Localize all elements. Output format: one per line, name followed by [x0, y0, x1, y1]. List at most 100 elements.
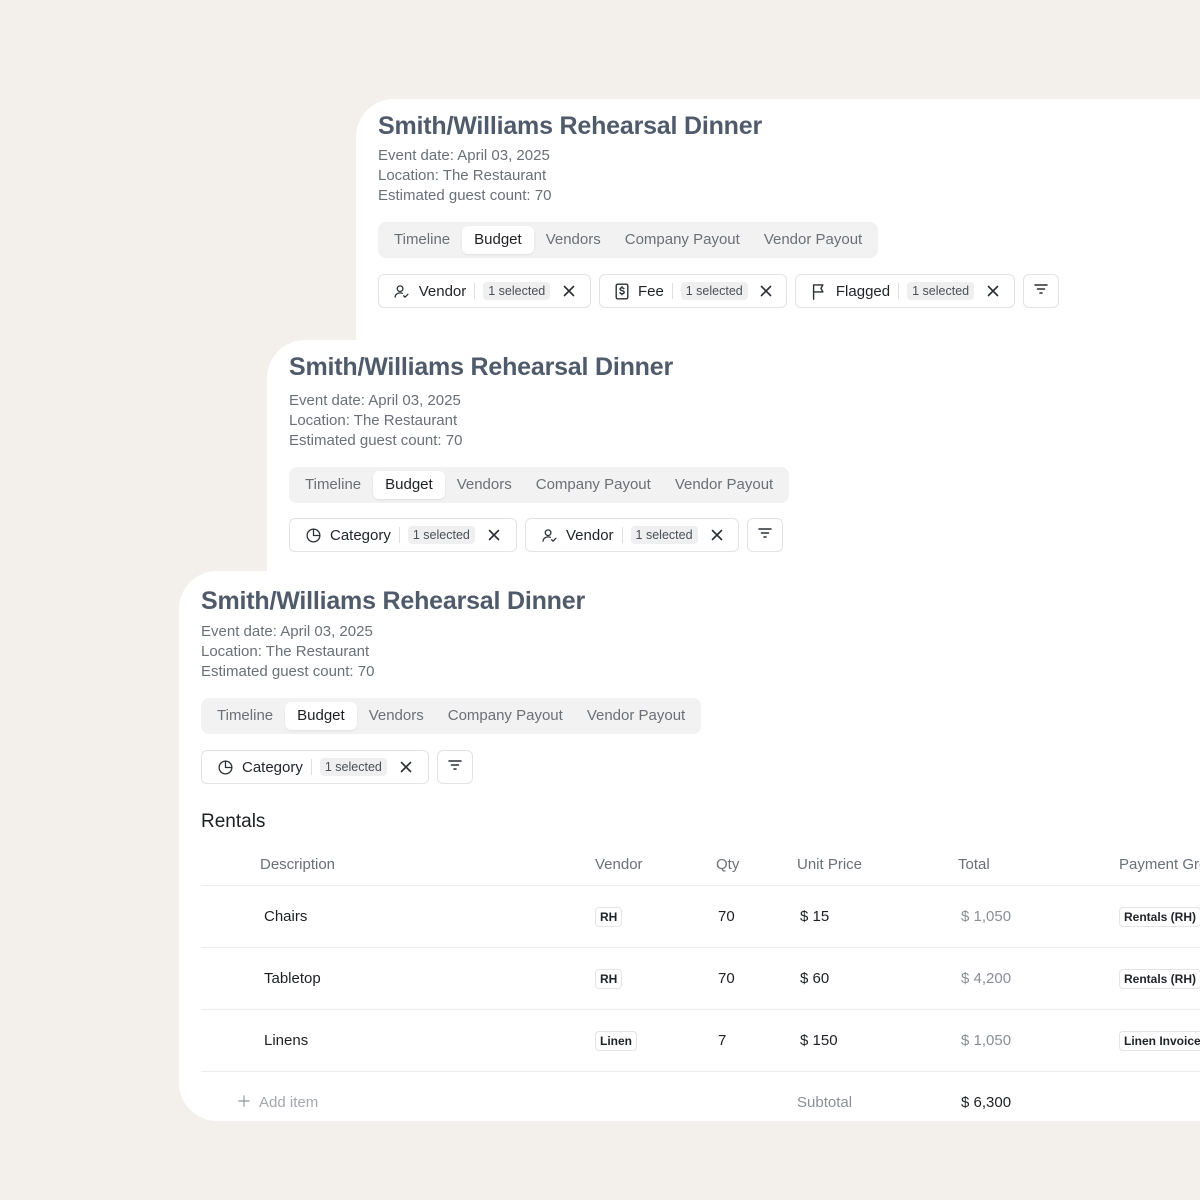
- close-icon[interactable]: [986, 284, 1000, 298]
- empty-cell: [1118, 1071, 1200, 1121]
- row-qty[interactable]: 7: [715, 1009, 796, 1072]
- vendor-tag[interactable]: RH: [595, 968, 623, 989]
- selected-badge: 1 selected: [630, 526, 698, 544]
- row-description[interactable]: Linens: [201, 1009, 594, 1072]
- payment-group-tag[interactable]: Rentals (RH): [1119, 906, 1200, 927]
- divider: [398, 527, 400, 543]
- vendor-tag[interactable]: RH: [595, 906, 623, 927]
- divider: [621, 527, 623, 543]
- tab-bar: Timeline Budget Vendors Company Payout V…: [201, 698, 702, 734]
- dollar-doc-icon: [614, 282, 630, 300]
- table-row[interactable]: Chairs RH 70 $ 15 $ 1,050 Rentals (RH): [201, 885, 1200, 948]
- tab-vendor-payout[interactable]: Vendor Payout: [752, 226, 874, 254]
- filter-label: Category: [330, 526, 391, 544]
- close-icon[interactable]: [487, 528, 501, 542]
- tab-company-payout[interactable]: Company Payout: [436, 702, 575, 730]
- tab-vendor-payout[interactable]: Vendor Payout: [575, 702, 697, 730]
- close-icon[interactable]: [399, 760, 413, 774]
- tab-timeline[interactable]: Timeline: [293, 471, 373, 499]
- row-payment-group: Rentals (RH): [1118, 885, 1200, 948]
- selected-badge: 1 selected: [483, 282, 551, 300]
- table-footer-row: Add item Subtotal $ 6,300: [201, 1071, 1200, 1121]
- row-unit-price[interactable]: $ 150: [796, 1009, 957, 1072]
- column-header-payment-group[interactable]: Payment Gro: [1118, 843, 1200, 886]
- add-item-button[interactable]: Add item: [201, 1071, 796, 1121]
- filter-chip-flagged[interactable]: Flagged 1 selected: [795, 274, 1015, 308]
- column-header-vendor[interactable]: Vendor: [594, 843, 715, 886]
- page-title: Smith/Williams Rehearsal Dinner: [289, 353, 673, 381]
- filter-bar: Category 1 selected Vendor 1 selected: [289, 518, 783, 552]
- filter-chip-category[interactable]: Category 1 selected: [289, 518, 517, 552]
- vendor-tag[interactable]: Linen: [595, 1030, 637, 1051]
- event-location: Location: The Restaurant: [378, 167, 547, 184]
- tab-company-payout[interactable]: Company Payout: [524, 471, 663, 499]
- filter-lines-icon: [757, 526, 773, 545]
- payment-group-tag[interactable]: Rentals (RH): [1119, 968, 1200, 989]
- filter-label: Vendor: [566, 526, 614, 544]
- event-card-front: Smith/Williams Rehearsal Dinner Event da…: [179, 571, 1200, 1121]
- row-vendor: RH: [594, 885, 715, 948]
- tab-vendors[interactable]: Vendors: [357, 702, 436, 730]
- filter-label: Flagged: [835, 282, 891, 300]
- filter-options-button[interactable]: [437, 750, 473, 784]
- column-header-description[interactable]: Description: [201, 843, 594, 886]
- row-unit-price[interactable]: $ 60: [796, 947, 957, 1010]
- filter-options-button[interactable]: [747, 518, 783, 552]
- row-vendor: Linen: [594, 1009, 715, 1072]
- tab-budget[interactable]: Budget: [285, 702, 357, 730]
- table-row[interactable]: Tabletop RH 70 $ 60 $ 4,200 Rentals (RH): [201, 947, 1200, 1010]
- filter-chip-fee[interactable]: Fee 1 selected: [599, 274, 787, 308]
- tab-budget[interactable]: Budget: [462, 226, 534, 254]
- divider: [310, 759, 312, 775]
- tab-timeline[interactable]: Timeline: [382, 226, 462, 254]
- tab-vendor-payout[interactable]: Vendor Payout: [663, 471, 785, 499]
- page-title: Smith/Williams Rehearsal Dinner: [201, 587, 585, 615]
- close-icon[interactable]: [760, 284, 772, 298]
- row-description[interactable]: Tabletop: [201, 947, 594, 1010]
- plus-icon: [238, 1094, 250, 1111]
- row-payment-group: Linen Invoice: [1118, 1009, 1200, 1072]
- row-unit-price[interactable]: $ 15: [796, 885, 957, 948]
- filter-label: Fee: [638, 282, 664, 300]
- filter-chip-category[interactable]: Category 1 selected: [201, 750, 429, 784]
- section-title: Rentals: [201, 811, 266, 832]
- row-description[interactable]: Chairs: [201, 885, 594, 948]
- table-header-row: Description Vendor Qty Unit Price Total …: [201, 843, 1200, 886]
- event-date: Event date: April 03, 2025: [289, 392, 461, 409]
- filter-options-button[interactable]: [1023, 274, 1059, 308]
- filter-chip-vendor[interactable]: Vendor 1 selected: [525, 518, 739, 552]
- row-total: $ 4,200: [957, 947, 1118, 1010]
- tab-budget[interactable]: Budget: [373, 471, 445, 499]
- selected-badge: 1 selected: [407, 526, 475, 544]
- subtotal-label: Subtotal: [796, 1071, 957, 1121]
- user-check-icon: [393, 282, 411, 300]
- close-icon[interactable]: [710, 528, 724, 542]
- table-row[interactable]: Linens Linen 7 $ 150 $ 1,050 Linen Invoi…: [201, 1009, 1200, 1072]
- column-header-unit-price[interactable]: Unit Price: [796, 843, 957, 886]
- payment-group-tag[interactable]: Linen Invoice: [1119, 1030, 1200, 1051]
- tab-bar: Timeline Budget Vendors Company Payout V…: [378, 222, 879, 258]
- tab-company-payout[interactable]: Company Payout: [613, 226, 752, 254]
- page-title: Smith/Williams Rehearsal Dinner: [378, 112, 762, 140]
- row-qty[interactable]: 70: [715, 947, 796, 1010]
- subtotal-value: $ 6,300: [957, 1071, 1118, 1121]
- row-qty[interactable]: 70: [715, 885, 796, 948]
- filter-lines-icon: [447, 758, 463, 777]
- filter-bar: Category 1 selected: [201, 750, 473, 784]
- selected-badge: 1 selected: [319, 758, 387, 776]
- divider: [898, 283, 900, 299]
- column-header-total[interactable]: Total: [957, 843, 1118, 886]
- close-icon[interactable]: [562, 284, 576, 298]
- pie-chart-icon: [216, 758, 234, 776]
- tab-bar: Timeline Budget Vendors Company Payout V…: [289, 467, 790, 503]
- tab-timeline[interactable]: Timeline: [205, 702, 285, 730]
- tab-vendors[interactable]: Vendors: [445, 471, 524, 499]
- filter-chip-vendor[interactable]: Vendor 1 selected: [378, 274, 591, 308]
- pie-chart-icon: [304, 526, 322, 544]
- event-location: Location: The Restaurant: [201, 643, 370, 660]
- user-check-icon: [540, 526, 558, 544]
- row-total: $ 1,050: [957, 1009, 1118, 1072]
- event-date: Event date: April 03, 2025: [201, 623, 373, 640]
- tab-vendors[interactable]: Vendors: [534, 226, 613, 254]
- column-header-qty[interactable]: Qty: [715, 843, 796, 886]
